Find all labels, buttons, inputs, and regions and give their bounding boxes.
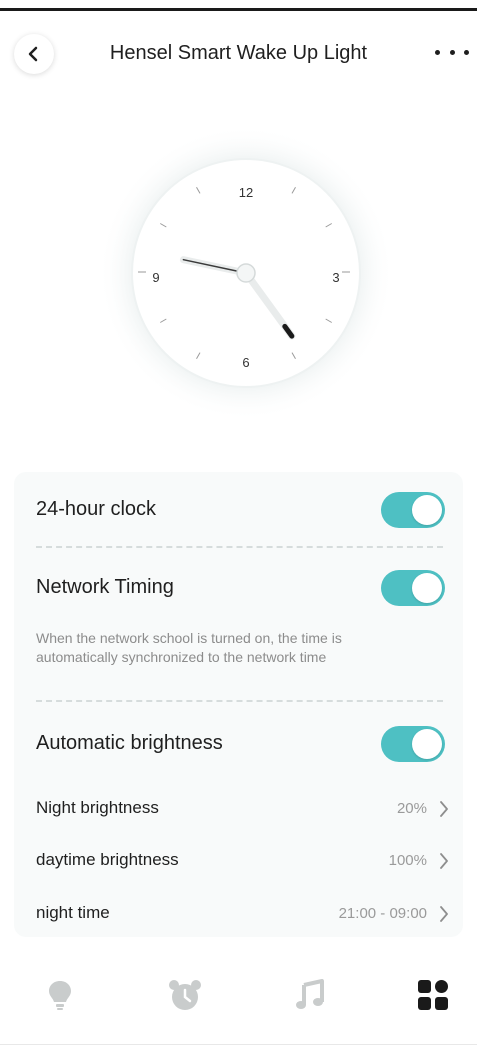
setting-label: 24-hour clock (36, 498, 157, 520)
more-dot (464, 49, 469, 55)
more-dot (435, 49, 440, 55)
tab-music[interactable] (290, 975, 330, 1015)
alarm-clock-icon (169, 980, 201, 1010)
numeral-9: 9 (152, 270, 159, 285)
divider (36, 546, 443, 548)
setting-24-hour-clock: 24-hour clock (36, 492, 445, 532)
hint-line: automatically synchronized to the networ… (36, 649, 327, 665)
more-dot (449, 49, 455, 55)
setting-label: Network Timing (36, 576, 174, 598)
night-brightness-value: 20% (396, 800, 427, 817)
header: Hensel Smart Wake Up Light (0, 22, 477, 82)
toggle-knob (412, 495, 442, 525)
hint-line: When the network school is turned on, th… (36, 630, 342, 646)
chevron-right-icon (440, 853, 448, 869)
chevron-right-icon (440, 906, 448, 922)
daytime-brightness-value: 100% (388, 852, 427, 869)
toggle-knob (412, 729, 442, 759)
numeral-3: 3 (332, 270, 339, 285)
tab-more[interactable] (413, 975, 453, 1015)
grid-icon (418, 980, 448, 1010)
divider (36, 700, 443, 702)
toggle-knob (412, 573, 442, 603)
night-time-label: night time (36, 903, 110, 922)
music-note-icon (296, 979, 324, 1009)
clock-face: 12 3 6 9 (98, 125, 394, 421)
numeral-12: 12 (239, 185, 253, 200)
night-brightness-row[interactable]: Night brightness 20% (36, 794, 455, 824)
network-timing-hint: When the network school is turned on, th… (36, 629, 445, 667)
numeral-6: 6 (242, 355, 249, 370)
daytime-brightness-label: daytime brightness (36, 850, 179, 869)
settings-panel: 24-hour clock Network Timing When the ne… (14, 472, 463, 937)
page-title: Hensel Smart Wake Up Light (109, 42, 368, 64)
bulb-icon (49, 981, 71, 1010)
night-time-value: 21:00 - 09:00 (338, 905, 427, 922)
night-time-row[interactable]: night time 21:00 - 09:00 (36, 899, 455, 929)
status-bar-line (0, 8, 477, 11)
bottom-tab-bar (0, 960, 477, 1040)
daytime-brightness-row[interactable]: daytime brightness 100% (36, 846, 455, 876)
analog-clock: 12 3 6 9 (98, 125, 394, 421)
clock-center-cap (236, 263, 256, 283)
auto-brightness-toggle[interactable] (381, 726, 445, 762)
setting-label: Automatic brightness (36, 732, 223, 754)
tab-alarm[interactable] (165, 975, 205, 1015)
chevron-right-icon (440, 801, 448, 817)
setting-automatic-brightness: Automatic brightness (36, 726, 445, 766)
home-indicator-line (0, 1044, 477, 1045)
network-timing-toggle[interactable] (381, 570, 445, 606)
night-brightness-label: Night brightness (36, 798, 159, 817)
tab-light[interactable] (40, 975, 80, 1015)
setting-network-timing: Network Timing (36, 570, 445, 610)
more-options-button[interactable] (435, 40, 469, 64)
clock-24h-toggle[interactable] (381, 492, 445, 528)
